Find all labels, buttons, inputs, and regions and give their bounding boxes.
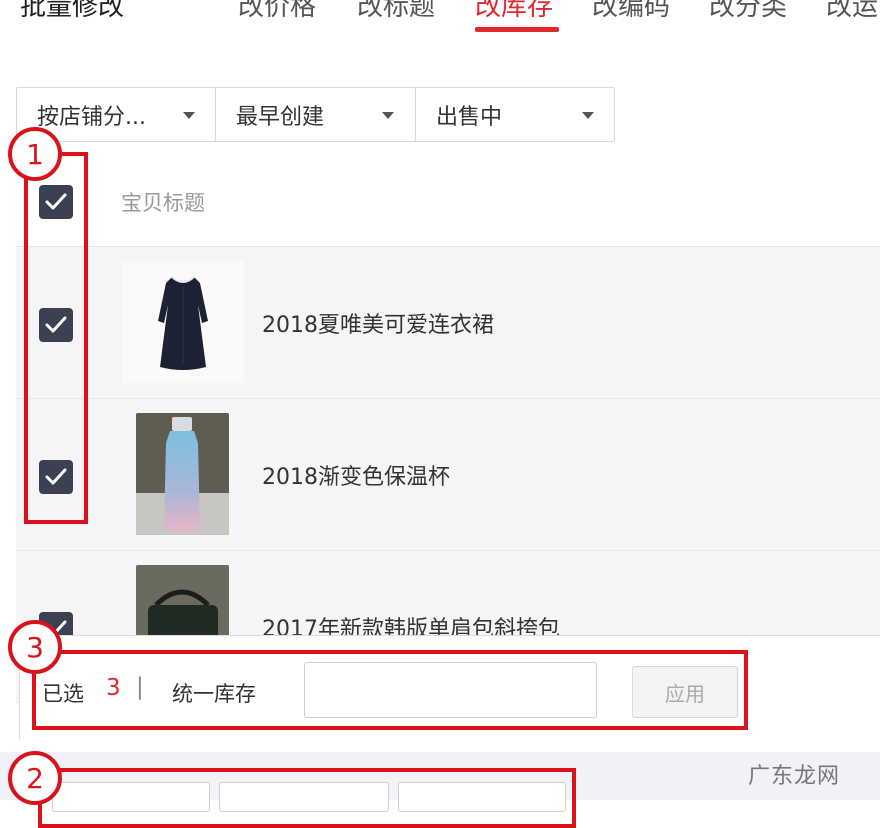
bottle-image xyxy=(136,413,229,535)
tab-category[interactable]: 改分类 xyxy=(709,0,787,23)
annotation-box-1 xyxy=(24,152,88,524)
product-table: 宝贝标题 2018夏唯美可爱连衣裙 2018渐变色保温杯 2017年新款韩版单肩… xyxy=(16,155,880,703)
sort-select[interactable]: 最早创建 xyxy=(216,88,416,141)
tab-code[interactable]: 改编码 xyxy=(592,0,670,23)
product-thumbnail[interactable] xyxy=(122,261,244,383)
product-title[interactable]: 2018渐变色保温杯 xyxy=(262,459,450,491)
annotation-marker-1: 1 xyxy=(8,127,62,181)
table-row: 2018夏唯美可爱连衣裙 xyxy=(16,247,880,399)
watermark: 广东龙网 xyxy=(748,764,841,789)
annotation-box-2 xyxy=(38,768,576,828)
table-header: 宝贝标题 xyxy=(16,155,880,247)
tab-stock[interactable]: 改库存 xyxy=(475,0,553,23)
status-select-value: 出售中 xyxy=(436,104,503,130)
tab-shipping[interactable]: 改运 xyxy=(826,0,878,23)
dress-image xyxy=(122,261,244,383)
store-category-select-value: 按店铺分... xyxy=(37,104,146,130)
status-select[interactable]: 出售中 xyxy=(416,88,614,141)
filter-bar: 按店铺分... 最早创建 出售中 xyxy=(16,87,615,142)
page-title: 批量修改 xyxy=(20,0,125,22)
annotation-box-3 xyxy=(32,650,748,730)
chevron-down-icon xyxy=(582,112,594,119)
product-title[interactable]: 2018夏唯美可爱连衣裙 xyxy=(262,307,494,339)
header: 批量修改 改价格 改标题 改库存 改编码 改分类 改运 xyxy=(0,0,880,40)
annotation-marker-2: 2 xyxy=(8,751,62,805)
sort-select-value: 最早创建 xyxy=(236,104,325,130)
active-tab-indicator xyxy=(475,27,559,32)
tab-price[interactable]: 改价格 xyxy=(238,0,316,23)
chevron-down-icon xyxy=(183,112,195,119)
annotation-marker-3: 3 xyxy=(8,620,62,674)
popover-pointer xyxy=(110,737,138,751)
table-row: 2018渐变色保温杯 xyxy=(16,399,880,551)
chevron-down-icon xyxy=(382,112,394,119)
column-header-title: 宝贝标题 xyxy=(121,191,205,215)
tab-title[interactable]: 改标题 xyxy=(357,0,435,23)
product-thumbnail[interactable] xyxy=(136,413,229,535)
